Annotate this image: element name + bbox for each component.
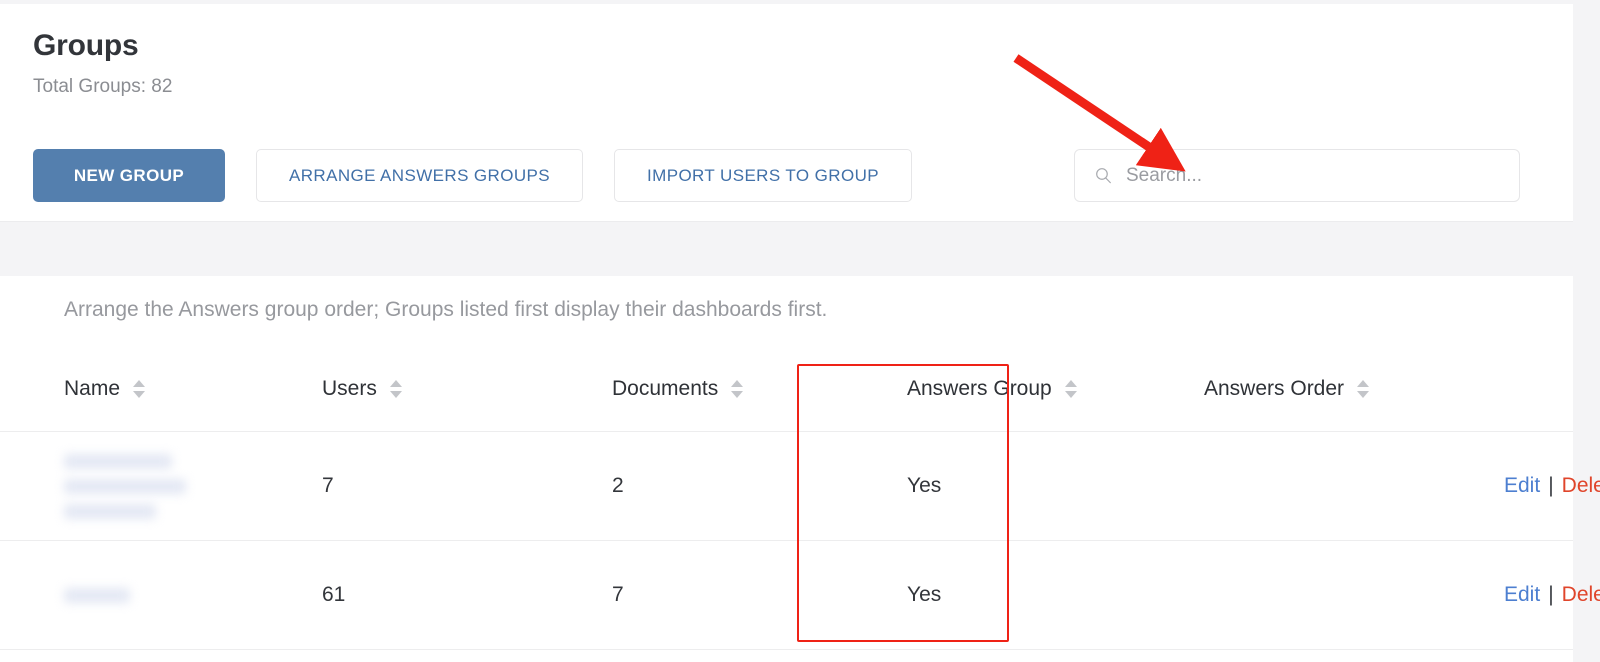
search-icon xyxy=(1096,168,1111,184)
cell-answers-order xyxy=(1177,540,1504,650)
column-header-users-label: Users xyxy=(322,376,377,400)
cell-documents: 7 xyxy=(587,540,862,650)
redacted-line xyxy=(64,503,156,519)
groups-table-card: Arrange the Answers group order; Groups … xyxy=(0,276,1600,662)
column-header-actions xyxy=(1504,346,1573,432)
column-header-answers-order-label: Answers Order xyxy=(1204,376,1345,400)
search-box[interactable] xyxy=(1074,149,1520,202)
total-groups-label: Total Groups: 82 xyxy=(33,76,173,97)
cell-answers-group: Yes xyxy=(862,540,1177,650)
cell-group-name xyxy=(0,431,292,541)
redacted-line xyxy=(64,478,186,494)
cell-users: 61 xyxy=(292,540,587,650)
delete-link[interactable]: Delete xyxy=(1562,583,1600,606)
column-header-name-label: Name xyxy=(64,376,121,400)
sort-both-icon-name[interactable] xyxy=(133,379,146,399)
groups-table: Name Users Documents Answers Group Answe… xyxy=(0,346,1600,650)
table-header-row: Name Users Documents Answers Group Answe… xyxy=(0,346,1573,432)
redacted-line xyxy=(64,453,172,469)
new-group-button[interactable]: NEW GROUP xyxy=(33,149,225,202)
table-body: 7 2 Yes Edit | Delete 61 7 Yes xyxy=(0,431,1600,650)
search-input[interactable] xyxy=(1126,164,1496,187)
cell-answers-order xyxy=(1177,431,1504,541)
table-row: 61 7 Yes Edit | Delete xyxy=(0,540,1600,650)
action-separator: | xyxy=(1548,583,1554,606)
arrange-answers-groups-button[interactable]: ARRANGE ANSWERS GROUPS xyxy=(256,149,584,202)
cell-users: 7 xyxy=(292,431,587,541)
sort-both-icon-documents[interactable] xyxy=(731,379,744,399)
redacted-group-name xyxy=(64,587,292,603)
import-users-to-group-button[interactable]: IMPORT USERS TO GROUP xyxy=(614,149,912,202)
page-title: Groups xyxy=(33,29,139,62)
edit-link[interactable]: Edit xyxy=(1504,583,1540,606)
sort-both-icon-answers-order[interactable] xyxy=(1357,379,1370,399)
table-row: 7 2 Yes Edit | Delete xyxy=(0,431,1600,541)
redacted-line xyxy=(64,587,130,603)
cell-documents: 2 xyxy=(587,431,862,541)
delete-link[interactable]: Delete xyxy=(1562,474,1600,497)
sort-both-icon-users[interactable] xyxy=(389,379,403,399)
column-header-answers-order[interactable]: Answers Order xyxy=(1177,346,1504,432)
cell-group-name xyxy=(0,540,292,650)
column-header-users[interactable]: Users xyxy=(292,346,587,432)
arrange-hint-text: Arrange the Answers group order; Groups … xyxy=(64,298,828,321)
cell-answers-group: Yes xyxy=(862,431,1177,541)
table-header: Name Users Documents Answers Group Answe… xyxy=(0,346,1573,432)
column-header-documents[interactable]: Documents xyxy=(587,346,862,432)
column-header-answers-group[interactable]: Answers Group xyxy=(862,346,1177,432)
cell-actions: Edit | Delete xyxy=(1504,540,1600,650)
toolbar: NEW GROUP ARRANGE ANSWERS GROUPS IMPORT … xyxy=(33,149,912,202)
redacted-group-name xyxy=(64,453,292,519)
column-header-answers-group-label: Answers Group xyxy=(907,376,1052,400)
column-header-documents-label: Documents xyxy=(612,376,719,400)
edit-link[interactable]: Edit xyxy=(1504,474,1540,497)
column-header-name[interactable]: Name xyxy=(0,346,292,432)
cell-actions: Edit | Delete xyxy=(1504,431,1600,541)
action-separator: | xyxy=(1548,474,1554,497)
page-header-card: Groups Total Groups: 82 NEW GROUP ARRANG… xyxy=(0,4,1573,222)
sort-both-icon-answers-group[interactable] xyxy=(1064,379,1078,399)
